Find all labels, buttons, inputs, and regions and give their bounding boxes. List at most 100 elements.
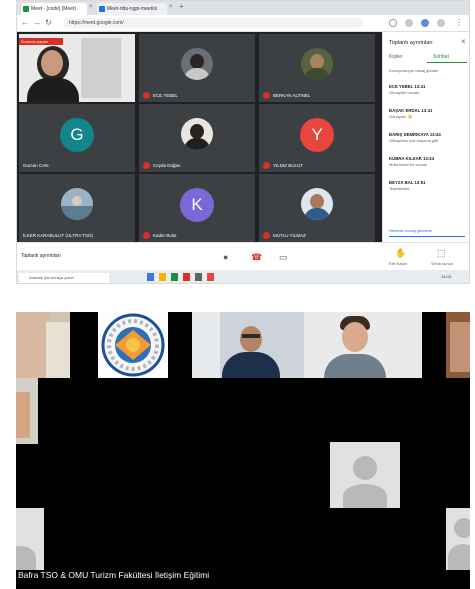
raise-hand-icon[interactable]: ✋: [395, 248, 406, 259]
participant-tile[interactable]: İLKER KARABULUT (ULTRA TSO): [19, 174, 135, 242]
close-tab-icon[interactable]: ×: [89, 4, 93, 10]
photo-landscape: [61, 206, 93, 220]
taskbar-app-icon[interactable]: [207, 273, 214, 281]
participant-name: ECE YEBEL: [153, 93, 178, 98]
muted-mic-icon: [143, 92, 150, 99]
participant-tile[interactable]: K Kader Bulut: [139, 174, 255, 242]
star-icon[interactable]: [389, 19, 397, 27]
video-tile-logo[interactable]: [98, 312, 168, 378]
participant-tile[interactable]: BERKAN ALTINEL: [259, 34, 375, 102]
participant-name: YILDIZ BULUT: [273, 163, 304, 168]
participant-body: [324, 354, 386, 378]
participant-name: Gurcan CAN: [23, 163, 49, 168]
participant-name: İLKER KARABULUT (ULTRA TSO): [23, 233, 94, 238]
video-tile-participant[interactable]: [192, 312, 304, 378]
participant-tile[interactable]: Ceyda Doğan: [139, 104, 255, 172]
taskbar-app-icon[interactable]: [195, 273, 202, 281]
meet-favicon-icon: [23, 6, 29, 12]
chat-input[interactable]: Herkese mesaj gönderin: [389, 228, 465, 237]
participant-grid: Sunumu yapan ECE YEBEL BERKAN ALTINEL G: [17, 32, 382, 242]
muted-mic-icon: [263, 232, 270, 239]
meeting-details-label[interactable]: Toplantı ayrıntıları: [21, 253, 61, 259]
photo-head: [310, 54, 324, 69]
url-field[interactable]: https://meet.google.com/: [63, 18, 363, 28]
taskbar-app-icon[interactable]: [159, 273, 166, 281]
taskbar-clock: 14:03: [441, 274, 452, 279]
background-window: [192, 312, 220, 378]
video-tile-placeholder[interactable]: [16, 508, 44, 570]
participant-photo: [181, 48, 213, 80]
participant-tile[interactable]: ECE YEBEL: [139, 34, 255, 102]
default-avatar-body-icon: [448, 544, 470, 570]
raise-hand-label: Elle Kaldır: [389, 261, 408, 266]
taskbar-app-icon[interactable]: [171, 273, 178, 281]
default-avatar-body-icon: [343, 484, 387, 508]
participant-face: [240, 326, 262, 352]
chat-sender: ECE YEBEL 13:41: [389, 84, 426, 89]
chat-message: Gülüşünüz çok hoşuma gitti: [389, 138, 439, 143]
hangup-icon[interactable]: ☎: [251, 252, 262, 263]
muted-mic-icon: [143, 162, 150, 169]
taskbar-app-icon[interactable]: [183, 273, 190, 281]
extension-icon[interactable]: [437, 19, 445, 27]
extension-icon[interactable]: [405, 19, 413, 27]
participant-name: MUTLU YILMAZ: [273, 233, 306, 238]
participant-photo: [301, 188, 333, 220]
video-tile-participant[interactable]: [304, 312, 422, 378]
close-tab-icon[interactable]: ×: [169, 4, 173, 10]
video-tile-partial[interactable]: [16, 378, 38, 444]
default-avatar-head-icon: [454, 518, 470, 538]
participant-photo: [181, 118, 213, 150]
present-now-icon[interactable]: ⬚: [437, 248, 446, 259]
muted-mic-icon: [263, 92, 270, 99]
taskbar-search[interactable]: Aramak için buraya yazın: [19, 273, 109, 283]
chat-sender: BARIŞ DEMİRKAYA 13:44: [389, 132, 441, 137]
tab-people[interactable]: Kişiler: [389, 54, 403, 60]
participant-tile[interactable]: G Gurcan CAN: [19, 104, 135, 172]
new-tab-button[interactable]: +: [179, 2, 184, 11]
chat-sender: BAŞAK ERDAL 13:41: [389, 108, 433, 113]
partial-face: [450, 322, 470, 372]
chat-message: Teşekkürler: [389, 186, 410, 191]
background-wall: [46, 322, 70, 378]
browser-menu-icon[interactable]: ⋮: [455, 18, 463, 28]
photo-body: [304, 208, 330, 220]
participant-body: [222, 352, 280, 378]
video-tile-partial[interactable]: [16, 312, 70, 378]
chat-toggle-label[interactable]: Konuşmacıya mesaj gönder: [389, 68, 439, 73]
mic-icon[interactable]: ●: [223, 252, 228, 262]
chair-backrest: [81, 38, 121, 98]
windows-taskbar: Aramak için buraya yazın 14:03: [17, 270, 469, 283]
participant-photo: [61, 188, 93, 220]
tab-chat[interactable]: Sohbet: [433, 54, 449, 60]
back-icon[interactable]: ←: [21, 18, 29, 28]
profile-avatar-icon[interactable]: [421, 19, 429, 27]
taskbar-app-icon[interactable]: [147, 273, 154, 281]
video-call-screenshot: Bafra TSO & OMU Turizm Fakültesi İletişi…: [16, 312, 470, 589]
photo-head: [72, 196, 82, 206]
video-tile-placeholder[interactable]: [446, 508, 470, 570]
presenter-body: [27, 78, 79, 102]
doc-favicon-icon: [99, 6, 105, 12]
participant-tile[interactable]: Y YILDIZ BULUT: [259, 104, 375, 172]
browser-tab-meet[interactable]: Meet - [code] (Meet): [21, 3, 87, 15]
meet-screenshot: Meet - [code] (Meet) × Meet-ridu-ngpi-me…: [16, 0, 470, 284]
participant-tile[interactable]: MUTLU YILMAZ: [259, 174, 375, 242]
participant-initial: K: [180, 188, 214, 222]
meeting-controls-bar: Toplantı ayrıntıları ● ☎ ▭ ✋ Elle Kaldır…: [17, 242, 469, 271]
participant-name: Ceyda Doğan: [153, 163, 181, 168]
camera-icon[interactable]: ▭: [279, 252, 288, 263]
organization-seal-icon: [101, 313, 165, 377]
photo-body: [184, 68, 210, 80]
video-tile-partial[interactable]: [446, 312, 470, 378]
reload-icon[interactable]: ↻: [45, 18, 52, 28]
muted-mic-icon: [143, 232, 150, 239]
close-panel-icon[interactable]: ×: [461, 37, 466, 46]
forward-icon[interactable]: →: [33, 18, 41, 28]
photo-head: [190, 54, 204, 69]
photo-head: [310, 194, 324, 209]
browser-tab-second[interactable]: Meet-ridu-ngpi-meet/oi: [97, 3, 167, 15]
photo-body: [184, 138, 210, 150]
participant-tile-presenter[interactable]: Sunumu yapan: [19, 34, 135, 102]
video-tile-placeholder[interactable]: [330, 442, 400, 508]
